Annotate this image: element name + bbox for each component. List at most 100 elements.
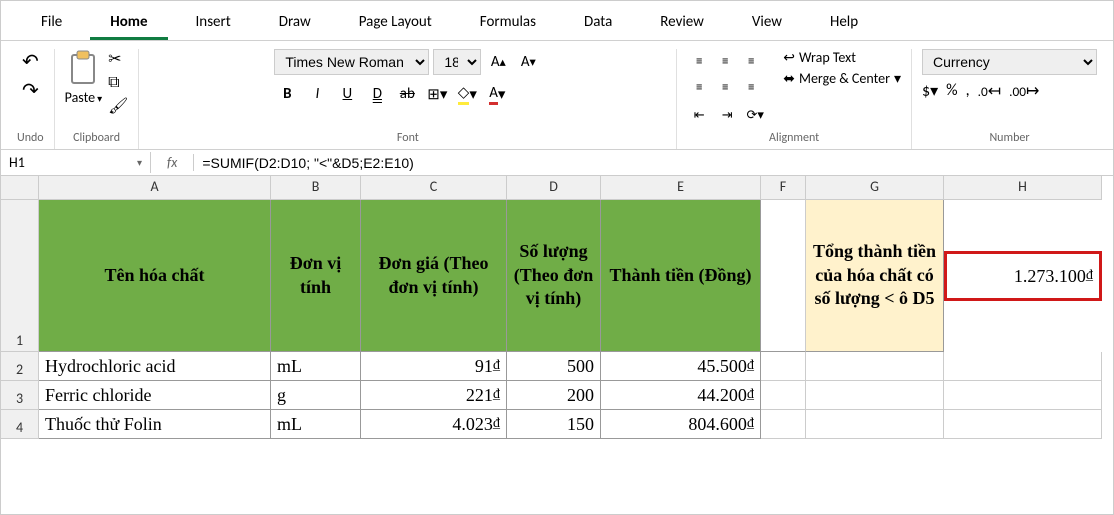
tab-data[interactable]: Data — [564, 7, 632, 40]
cell-F3[interactable] — [761, 381, 806, 410]
col-header-C[interactable]: C — [361, 176, 507, 200]
col-header-B[interactable]: B — [271, 176, 361, 200]
cell-B1[interactable]: Đơn vị tính — [271, 200, 361, 352]
copy-icon[interactable]: ⧉ — [108, 73, 128, 92]
cell-D4[interactable]: 150 — [507, 410, 601, 439]
col-header-H[interactable]: H — [944, 176, 1102, 200]
group-font: Times New Roman 18 A▴ A▾ B I U D ab ⊞▾ ◇… — [139, 49, 677, 149]
col-header-G[interactable]: G — [806, 176, 944, 200]
double-underline-button[interactable]: D — [364, 81, 390, 107]
cell-D1[interactable]: Số lượng (Theo đơn vị tính) — [507, 200, 601, 352]
cell-H4[interactable] — [944, 410, 1102, 439]
strike-button[interactable]: ab — [394, 81, 420, 107]
font-name-select[interactable]: Times New Roman — [274, 49, 429, 75]
row-header-1[interactable]: 1 — [1, 200, 39, 352]
cell-A2[interactable]: Hydrochloric acid — [39, 352, 271, 381]
undo-icon[interactable]: ↶ — [22, 49, 39, 74]
group-label-alignment: Alignment — [687, 127, 901, 149]
tab-review[interactable]: Review — [640, 7, 724, 40]
paste-button[interactable]: Paste — [65, 49, 103, 106]
col-header-A[interactable]: A — [39, 176, 271, 200]
tab-help[interactable]: Help — [810, 7, 878, 40]
cell-E1[interactable]: Thành tiền (Đồng) — [601, 200, 761, 352]
ribbon-tabs: File Home Insert Draw Page Layout Formul… — [1, 1, 1113, 41]
cell-B2[interactable]: mL — [271, 352, 361, 381]
wrap-text-icon: ↩ — [783, 49, 795, 66]
select-all-corner[interactable] — [1, 176, 39, 200]
format-painter-icon[interactable]: 🖌 — [108, 96, 128, 116]
comma-format-icon[interactable]: , — [966, 81, 970, 101]
cell-C1[interactable]: Đơn giá (Theo đơn vị tính) — [361, 200, 507, 352]
tab-file[interactable]: File — [21, 7, 82, 40]
cell-H2[interactable] — [944, 352, 1102, 381]
col-header-F[interactable]: F — [761, 176, 806, 200]
cell-H1[interactable]: 1.273.100 — [944, 251, 1102, 301]
italic-button[interactable]: I — [304, 81, 330, 107]
wrap-text-button[interactable]: ↩Wrap Text — [783, 49, 901, 66]
cell-H3[interactable] — [944, 381, 1102, 410]
orientation-icon[interactable]: ⟳▾ — [743, 103, 767, 127]
cell-E4[interactable]: 804.600 — [601, 410, 761, 439]
grid: A B C D E F G H 1 2 3 4 Tên hóa chất Đơn… — [1, 176, 1113, 439]
formula-input[interactable] — [194, 153, 1113, 173]
increase-font-icon[interactable]: A▴ — [485, 49, 511, 75]
cell-G3[interactable] — [806, 381, 944, 410]
cell-E3[interactable]: 44.200 — [601, 381, 761, 410]
decrease-font-icon[interactable]: A▾ — [515, 49, 541, 75]
cell-C3[interactable]: 221 — [361, 381, 507, 410]
redo-icon[interactable]: ↷ — [22, 78, 39, 103]
cell-B3[interactable]: g — [271, 381, 361, 410]
fx-icon[interactable]: fx — [151, 154, 194, 171]
tab-page-layout[interactable]: Page Layout — [339, 7, 452, 40]
increase-indent-icon[interactable]: ⇥ — [715, 103, 739, 127]
decrease-indent-icon[interactable]: ⇤ — [687, 103, 711, 127]
percent-format-icon[interactable]: % — [946, 81, 957, 101]
row-header-2[interactable]: 2 — [1, 352, 39, 381]
col-header-D[interactable]: D — [507, 176, 601, 200]
align-right-icon[interactable]: ≡ — [739, 75, 763, 99]
font-size-select[interactable]: 18 — [433, 49, 481, 75]
cell-D2[interactable]: 500 — [507, 352, 601, 381]
cell-E2[interactable]: 45.500 — [601, 352, 761, 381]
cell-A3[interactable]: Ferric chloride — [39, 381, 271, 410]
align-left-icon[interactable]: ≡ — [687, 75, 711, 99]
merge-center-button[interactable]: ⬌Merge & Center ▾ — [783, 70, 901, 87]
cell-F2[interactable] — [761, 352, 806, 381]
tab-view[interactable]: View — [732, 7, 802, 40]
underline-button[interactable]: U — [334, 81, 360, 107]
font-color-icon[interactable]: A▾ — [484, 81, 510, 107]
cell-B4[interactable]: mL — [271, 410, 361, 439]
ribbon: ↶ ↷ Undo Paste ✂ ⧉ 🖌 Clipboard Times New… — [1, 41, 1113, 150]
accounting-format-icon[interactable]: $▾ — [922, 81, 938, 101]
row-header-3[interactable]: 3 — [1, 381, 39, 410]
group-label-clipboard: Clipboard — [65, 127, 129, 149]
cell-C4[interactable]: 4.023 — [361, 410, 507, 439]
increase-decimal-icon[interactable]: .0↤ — [978, 81, 1002, 101]
tab-draw[interactable]: Draw — [259, 7, 331, 40]
borders-icon[interactable]: ⊞▾ — [424, 81, 450, 107]
align-top-icon[interactable]: ≡ — [687, 49, 711, 73]
cell-F1[interactable] — [761, 200, 806, 352]
cell-G1[interactable]: Tổng thành tiền của hóa chất có số lượng… — [806, 200, 944, 352]
cell-A1[interactable]: Tên hóa chất — [39, 200, 271, 352]
tab-formulas[interactable]: Formulas — [460, 7, 556, 40]
row-header-4[interactable]: 4 — [1, 410, 39, 439]
cell-G2[interactable] — [806, 352, 944, 381]
decrease-decimal-icon[interactable]: .00↦ — [1009, 81, 1039, 101]
number-format-select[interactable]: Currency — [922, 49, 1097, 75]
fill-color-icon[interactable]: ◇▾ — [454, 81, 480, 107]
cell-G4[interactable] — [806, 410, 944, 439]
name-box[interactable]: H1 — [1, 152, 151, 173]
cell-A4[interactable]: Thuốc thử Folin — [39, 410, 271, 439]
cell-F4[interactable] — [761, 410, 806, 439]
align-bottom-icon[interactable]: ≡ — [739, 49, 763, 73]
tab-insert[interactable]: Insert — [176, 7, 251, 40]
cell-D3[interactable]: 200 — [507, 381, 601, 410]
col-header-E[interactable]: E — [601, 176, 761, 200]
align-center-icon[interactable]: ≡ — [713, 75, 737, 99]
align-middle-icon[interactable]: ≡ — [713, 49, 737, 73]
tab-home[interactable]: Home — [90, 7, 167, 40]
bold-button[interactable]: B — [274, 81, 300, 107]
cell-C2[interactable]: 91 — [361, 352, 507, 381]
cut-icon[interactable]: ✂ — [108, 49, 128, 69]
